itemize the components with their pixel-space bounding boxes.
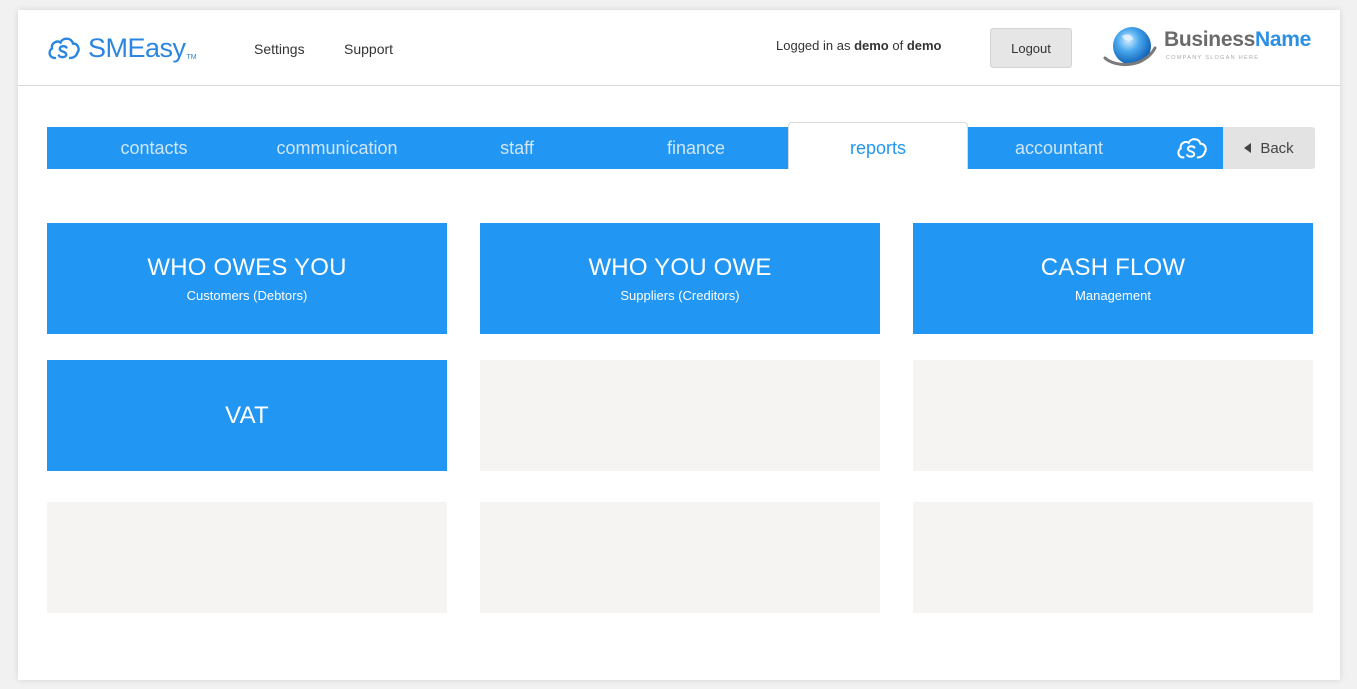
login-user: demo (854, 38, 889, 53)
tile-subtitle: Customers (Debtors) (186, 288, 308, 303)
main-tabbar: contacts communication staff finance rep… (47, 122, 1223, 169)
business-name: BusinessName (1164, 28, 1311, 52)
back-button[interactable]: Back (1223, 127, 1315, 169)
tile-title: WHO YOU OWE (588, 254, 772, 281)
tab-finance[interactable]: finance (641, 127, 751, 169)
globe-logo-icon (1103, 27, 1157, 67)
tile-empty (913, 360, 1313, 471)
login-mid: of (888, 38, 907, 53)
nav-support-link[interactable]: Support (344, 41, 393, 57)
brand-name: SMEasy (88, 32, 186, 63)
business-slogan: COMPANY SLOGAN HERE (1166, 55, 1260, 61)
logout-button[interactable]: Logout (990, 28, 1072, 68)
business-logo: BusinessName COMPANY SLOGAN HERE (1102, 22, 1322, 74)
smeasy-cloud-icon (48, 37, 80, 60)
tab-contacts[interactable]: contacts (91, 127, 217, 169)
business-name-part1: Business (1164, 28, 1255, 51)
tile-empty (47, 502, 447, 613)
smeasy-logo[interactable]: SMEasy TM (46, 30, 197, 66)
tile-title: CASH FLOW (1040, 254, 1186, 281)
back-label: Back (1260, 139, 1294, 157)
tile-subtitle: Suppliers (Creditors) (620, 288, 740, 303)
tab-staff[interactable]: staff (467, 127, 567, 169)
tile-cash-flow[interactable]: CASH FLOW Management (913, 223, 1313, 334)
business-name-part2: Name (1254, 28, 1311, 51)
app-window: SMEasy TM Settings Support Logged in as … (18, 10, 1340, 680)
brand-tm: TM (186, 53, 197, 61)
back-arrow-icon (1244, 142, 1252, 153)
login-info: Logged in as demo of demo (776, 38, 942, 53)
header: SMEasy TM Settings Support Logged in as … (18, 10, 1340, 86)
tile-title: WHO OWES YOU (147, 254, 347, 281)
login-prefix: Logged in as (776, 38, 855, 53)
tab-accountant[interactable]: accountant (991, 127, 1127, 169)
tile-empty (480, 502, 880, 613)
nav-settings-link[interactable]: Settings (254, 41, 305, 57)
tile-who-you-owe[interactable]: WHO YOU OWE Suppliers (Creditors) (480, 223, 880, 334)
tile-vat[interactable]: VAT (47, 360, 447, 471)
tab-reports[interactable]: reports (788, 122, 968, 169)
tile-empty (480, 360, 880, 471)
tile-subtitle: Management (1075, 288, 1151, 303)
cloud-icon[interactable] (1175, 133, 1209, 163)
tile-who-owes-you[interactable]: WHO OWES YOU Customers (Debtors) (47, 223, 447, 334)
tile-empty (913, 502, 1313, 613)
tile-title: VAT (225, 401, 269, 429)
tab-communication[interactable]: communication (253, 127, 421, 169)
login-org: demo (906, 38, 942, 53)
